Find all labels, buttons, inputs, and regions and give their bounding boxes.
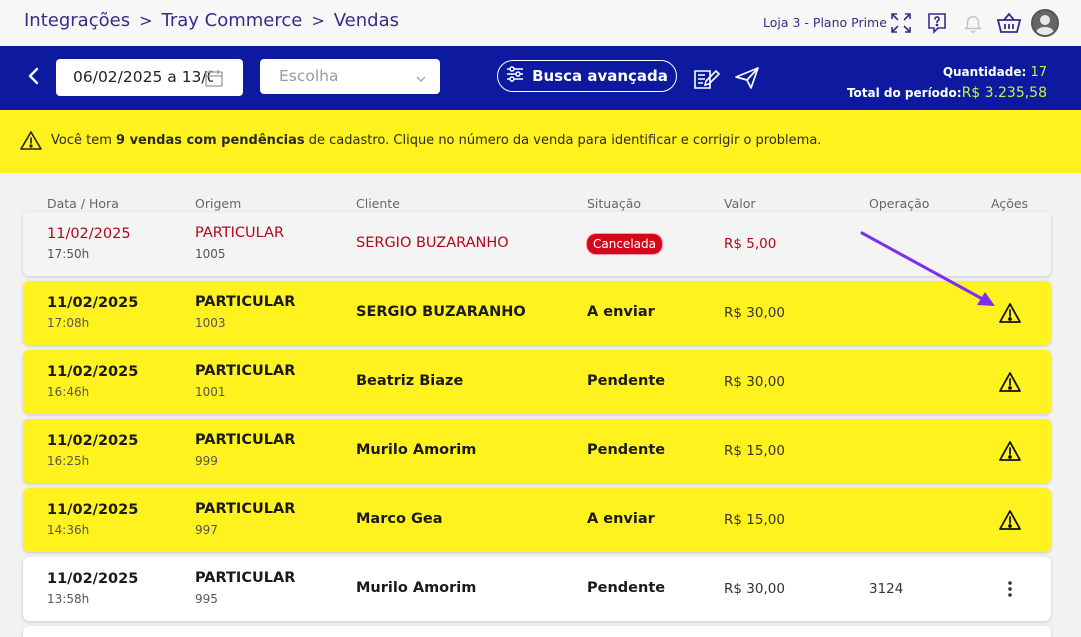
row-value: R$ 30,00 [724,581,785,597]
banner-prefix: Você tem [51,133,117,148]
date-range-input[interactable]: 06/02/2025 a 13/02/2025 [56,59,243,96]
breadcrumb-tray-commerce[interactable]: Tray Commerce [161,10,302,31]
row-time: 16:25h [47,454,90,468]
column-header-status[interactable]: Situação [587,196,641,211]
row-origin: PARTICULAR [195,225,285,241]
warning-icon [20,130,42,154]
quantity-label: Quantidade: [942,65,1027,79]
row-status: Pendente [587,442,666,458]
row-client: SERGIO BUZARANHO [356,235,509,251]
row-date: 11/02/2025 [47,433,139,449]
annotation-arrow-icon [855,226,1005,320]
row-status: Pendente [587,580,666,596]
banner-message: Você tem 9 vendas com pendências de cada… [51,133,821,148]
row-origin: PARTICULAR [195,432,296,448]
row-time: 16:46h [47,385,90,399]
pending-sales-banner: Você tem 9 vendas com pendências de cada… [0,110,1081,173]
row-value: R$ 30,00 [724,374,785,390]
row-time: 17:08h [47,316,90,330]
store-plan-label[interactable]: Loja 3 - Plano Prime [763,15,887,30]
date-range-value: 06/02/2025 a 13/02/2025 [73,68,213,86]
chevron-right-icon: > [139,11,153,30]
warning-icon[interactable] [997,507,1023,533]
banner-suffix: de cadastro. Clique no número da venda p… [304,133,822,148]
row-client: Murilo Amorim [356,580,477,596]
fullscreen-icon[interactable] [888,10,914,36]
table-row[interactable]: 11/02/2025 16:25h PARTICULAR 999 Murilo … [23,419,1051,483]
chevron-right-icon: > [311,11,325,30]
row-sale-number[interactable]: 997 [195,523,218,537]
row-value: R$ 15,00 [724,512,785,528]
row-date: 11/02/2025 [47,502,139,518]
status-badge-label: Cancelada [586,233,663,255]
chevron-down-icon [415,70,427,89]
row-value: R$ 15,00 [724,443,785,459]
help-chat-icon[interactable] [924,10,950,36]
row-status: A enviar [587,511,655,527]
total-value: R$ 3.235,58 [961,85,1047,101]
row-date: 11/02/2025 [47,226,131,242]
shopping-basket-icon[interactable] [996,10,1022,36]
row-sale-number[interactable]: 999 [195,454,218,468]
row-client: Beatriz Biaze [356,373,464,389]
filter-select-placeholder: Escolha [279,67,339,85]
filter-bar: 06/02/2025 a 13/02/2025 Escolha Busca av… [0,46,1081,110]
warning-icon[interactable] [997,438,1023,464]
row-status: A enviar [587,304,655,320]
advanced-search-button[interactable]: Busca avançada [497,60,677,92]
row-sale-number[interactable]: 1001 [195,385,226,399]
advanced-search-label: Busca avançada [532,67,668,85]
column-header-actions: Ações [991,196,1029,211]
back-button[interactable] [22,64,46,88]
warning-icon[interactable] [997,369,1023,395]
column-header-value[interactable]: Valor [724,196,756,211]
period-summary: Quantidade: 17 Total do período:R$ 3.235… [847,62,1047,103]
status-badge: Cancelada [586,233,663,255]
breadcrumb-vendas: Vendas [333,10,399,31]
row-status: Pendente [587,373,666,389]
row-origin: PARTICULAR [195,501,296,517]
row-client: Murilo Amorim [356,442,477,458]
row-client: Marco Gea [356,511,443,527]
kebab-menu-icon[interactable] [997,576,1023,602]
row-value: R$ 5,00 [724,236,777,252]
row-date: 11/02/2025 [47,364,139,380]
table-row[interactable] [23,626,1051,637]
row-time: 14:36h [47,523,90,537]
breadcrumb-integracoes[interactable]: Integrações [24,10,130,31]
row-time: 13:58h [47,592,90,606]
top-header: Integrações > Tray Commerce > Vendas Loj… [0,0,1081,46]
row-origin: PARTICULAR [195,294,296,310]
row-date: 11/02/2025 [47,295,139,311]
row-time: 17:50h [47,247,90,261]
column-header-operation[interactable]: Operação [869,196,929,211]
send-icon[interactable] [733,64,761,92]
row-origin: PARTICULAR [195,570,296,586]
row-value: R$ 30,00 [724,305,785,321]
notification-bell-icon[interactable] [960,10,986,36]
total-label: Total do período: [846,86,962,100]
breadcrumb: Integrações > Tray Commerce > Vendas [24,10,399,31]
row-sale-number[interactable]: 1003 [195,316,226,330]
row-sale-number[interactable]: 995 [195,592,218,606]
column-header-origin[interactable]: Origem [195,196,241,211]
row-origin: PARTICULAR [195,363,296,379]
row-date: 11/02/2025 [47,571,139,587]
column-header-date[interactable]: Data / Hora [47,196,119,211]
row-sale-number[interactable]: 1005 [195,247,226,261]
table-row[interactable]: 11/02/2025 16:46h PARTICULAR 1001 Beatri… [23,350,1051,414]
user-avatar[interactable] [1031,9,1059,37]
row-operation: 3124 [869,581,904,597]
filter-select[interactable]: Escolha [260,59,440,94]
banner-highlight: 9 vendas com pendências [116,133,305,148]
table-row[interactable]: 11/02/2025 13:58h PARTICULAR 995 Murilo … [23,557,1051,621]
calendar-icon[interactable] [204,68,224,92]
row-client: SERGIO BUZARANHO [356,304,526,320]
edit-note-icon[interactable] [692,64,720,92]
quantity-value: 17 [1030,65,1047,80]
table-row[interactable]: 11/02/2025 14:36h PARTICULAR 997 Marco G… [23,488,1051,552]
column-header-client[interactable]: Cliente [356,196,400,211]
sliders-icon [506,66,524,86]
